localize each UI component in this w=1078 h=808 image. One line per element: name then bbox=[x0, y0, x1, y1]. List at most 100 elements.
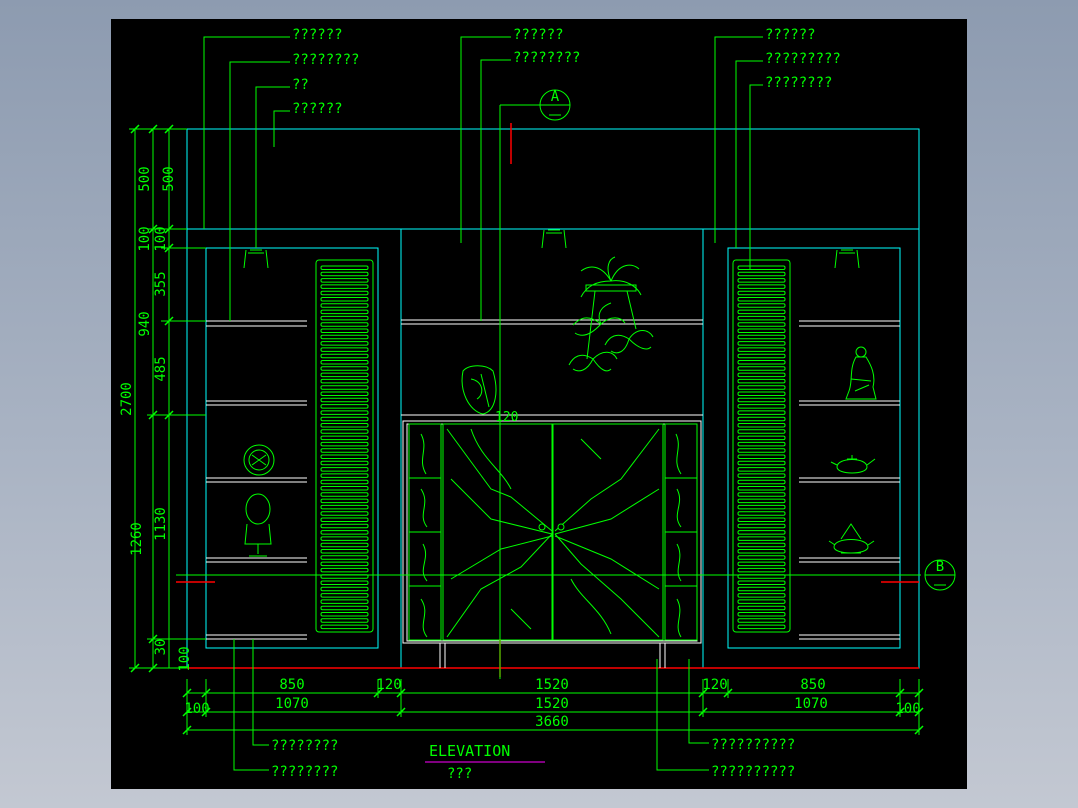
louver-slat bbox=[737, 618, 786, 623]
louver-slat bbox=[320, 530, 369, 535]
drawing-subtitle: ??? bbox=[447, 766, 472, 782]
louver-slat bbox=[320, 549, 369, 554]
louver-slat bbox=[320, 353, 369, 359]
louver-slat bbox=[737, 441, 786, 447]
louver-slat bbox=[320, 580, 369, 585]
callout-right-2: ????????? bbox=[765, 51, 841, 67]
callout-right-3: ???????? bbox=[765, 75, 832, 91]
dim-left-shelf-2: 100 bbox=[153, 226, 169, 251]
louver-slat bbox=[320, 347, 369, 352]
section-marker-a-label: A bbox=[551, 89, 560, 105]
dim-top-1: 850 bbox=[279, 677, 304, 693]
louver-slat bbox=[737, 567, 786, 573]
louver-slat bbox=[737, 265, 786, 270]
dim-left-inner-3: 940 bbox=[137, 311, 153, 336]
louver-slat bbox=[737, 536, 786, 541]
louver-slat bbox=[737, 303, 786, 308]
louver-slat bbox=[737, 580, 786, 585]
louver-slat bbox=[320, 542, 369, 548]
louver-slat bbox=[320, 334, 369, 340]
louver-slat bbox=[320, 486, 369, 491]
louver-slat bbox=[320, 599, 369, 604]
louver-slat bbox=[737, 454, 786, 459]
louver-slat bbox=[320, 555, 369, 560]
dim-left-shelf-1: 500 bbox=[161, 166, 177, 191]
louver-slat bbox=[320, 467, 369, 472]
louver-slat bbox=[737, 353, 786, 359]
louver-slat bbox=[737, 309, 786, 315]
louver-slat bbox=[737, 341, 786, 346]
louver-slat bbox=[737, 271, 786, 277]
louver-slat bbox=[737, 624, 786, 630]
section-marker-a bbox=[500, 89, 571, 121]
louver-slat bbox=[737, 347, 786, 352]
dim-top-2: 120 bbox=[376, 677, 401, 693]
louver-slat bbox=[320, 309, 369, 315]
dim-left-outer-2: 1260 bbox=[129, 522, 145, 556]
louver-slat bbox=[737, 612, 786, 617]
callout-center-1: ?????? bbox=[513, 27, 564, 43]
elevation-drawing: A B ?????? ???????? ?? ?????? ?????? ???… bbox=[119, 27, 956, 782]
dim-left-inner-5: 30 bbox=[153, 639, 169, 656]
dim-left-outer-3: 100 bbox=[177, 646, 193, 671]
louver-slat bbox=[320, 328, 369, 333]
dim-top-5: 850 bbox=[800, 677, 825, 693]
dimension-labels-vertical: 2700 1260 100 500 100 940 1130 30 500 10… bbox=[119, 166, 193, 671]
louver-slat bbox=[737, 366, 786, 371]
louver-slat bbox=[320, 612, 369, 617]
louver-slat bbox=[737, 435, 786, 441]
louver-slat bbox=[737, 404, 786, 409]
louver-slat bbox=[320, 586, 369, 592]
louver-slat bbox=[320, 618, 369, 623]
louver-slat bbox=[737, 372, 786, 378]
bust-sculpture-icon bbox=[244, 493, 272, 557]
louver-slat bbox=[737, 498, 786, 504]
louver-slat bbox=[320, 536, 369, 541]
louver-slat bbox=[737, 322, 786, 327]
louver-slat bbox=[737, 460, 786, 466]
louver-slat bbox=[737, 530, 786, 535]
dim-top-3: 1520 bbox=[535, 677, 569, 693]
louver-panel-left bbox=[315, 259, 374, 633]
louver-slat bbox=[320, 423, 369, 428]
cad-drawing-area[interactable]: A B ?????? ???????? ?? ?????? ?????? ???… bbox=[111, 19, 967, 789]
louver-slat bbox=[320, 454, 369, 459]
callout-center-2: ???????? bbox=[513, 50, 580, 66]
louver-slat bbox=[737, 315, 786, 321]
plate-ornament-icon bbox=[243, 444, 275, 476]
louver-slat bbox=[320, 372, 369, 378]
louver-slat bbox=[320, 429, 369, 434]
louver-slat bbox=[320, 378, 369, 384]
dim-total: 3660 bbox=[535, 714, 569, 730]
callout-left-4: ?????? bbox=[292, 101, 343, 117]
louver-slat bbox=[737, 492, 786, 497]
spotlight-icons bbox=[243, 229, 860, 269]
louver-slat bbox=[320, 511, 369, 516]
louver-slat bbox=[737, 360, 786, 365]
louver-slat bbox=[737, 473, 786, 478]
dim-left-shelf-4: 485 bbox=[153, 356, 169, 381]
louver-slat bbox=[320, 416, 369, 422]
louver-slat bbox=[737, 467, 786, 472]
louver-slat bbox=[320, 397, 369, 403]
louver-slat bbox=[737, 517, 786, 522]
louver-slat bbox=[737, 599, 786, 604]
louver-slat bbox=[320, 366, 369, 371]
louver-slat bbox=[320, 460, 369, 466]
dim-mid-3: 1520 bbox=[535, 696, 569, 712]
louver-slat bbox=[320, 504, 369, 510]
louver-slat bbox=[320, 265, 369, 270]
louver-slat bbox=[737, 378, 786, 384]
center-axis-marks bbox=[176, 123, 919, 677]
louver-slat bbox=[320, 297, 369, 302]
louver-slat bbox=[737, 561, 786, 567]
louver-slat bbox=[320, 341, 369, 346]
section-marker-b-label: B bbox=[936, 559, 944, 575]
dim-mid-1: 100 bbox=[184, 701, 209, 717]
louver-slat bbox=[737, 486, 786, 491]
louver-slat bbox=[320, 284, 369, 289]
louver-slat bbox=[737, 290, 786, 296]
figurine-sculpture-icon bbox=[845, 346, 877, 400]
callout-bottom-right-1: ?????????? bbox=[711, 737, 795, 753]
louver-slat bbox=[737, 278, 786, 283]
